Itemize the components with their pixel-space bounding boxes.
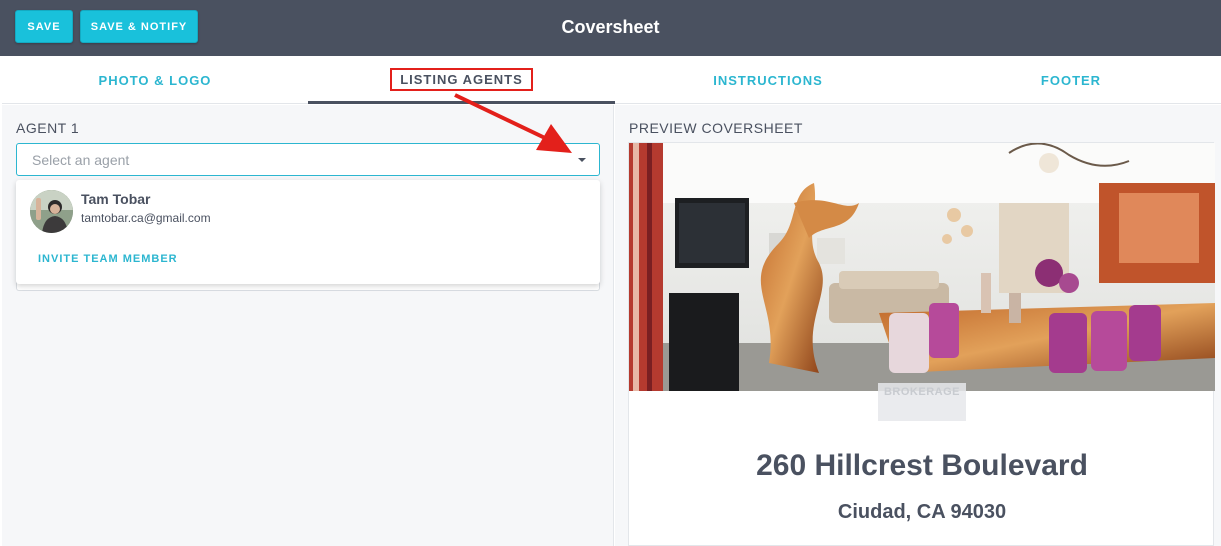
agent-dropdown-menu: Tam Tobar tamtobar.ca@gmail.com INVITE T… (16, 180, 600, 284)
tab-instructions[interactable]: INSTRUCTIONS (615, 57, 921, 104)
avatar (30, 190, 73, 233)
brokerage-logo-placeholder: BROKERAGE (878, 383, 966, 421)
preview-panel: PREVIEW COVERSHEET BROKERAGE 260 Hillcre… (615, 105, 1221, 546)
agent-panel: AGENT 1 Select an agent Tam Tobar tamtob… (2, 105, 614, 546)
tab-listing-agents-label: LISTING AGENTS (390, 67, 533, 91)
property-city-line: Ciudad, CA 94030 (837, 501, 1007, 523)
chevron-down-icon[interactable] (578, 158, 586, 162)
agent-option[interactable]: Tam Tobar tamtobar.ca@gmail.com (16, 180, 600, 242)
agent-select[interactable]: Select an agent (16, 143, 600, 176)
agent-1-label: AGENT 1 (16, 120, 80, 136)
tab-listing-agents[interactable]: LISTING AGENTS (308, 57, 615, 104)
tab-photo-logo[interactable]: PHOTO & LOGO (2, 57, 308, 104)
preview-coversheet-label: PREVIEW COVERSHEET (629, 120, 803, 136)
coversheet-preview-card: BROKERAGE 260 Hillcrest Boulevard Ciudad… (628, 142, 1215, 546)
property-address: 260 Hillcrest Boulevard (756, 449, 1088, 482)
agent-option-email: tamtobar.ca@gmail.com (81, 211, 211, 225)
property-photo (629, 143, 1215, 391)
top-toolbar: SAVE SAVE & NOTIFY Coversheet (0, 0, 1221, 56)
save-and-notify-button[interactable]: SAVE & NOTIFY (80, 10, 198, 43)
agent-select-placeholder: Select an agent (32, 152, 130, 168)
tab-footer[interactable]: FOOTER (921, 57, 1221, 104)
agent-option-name: Tam Tobar (81, 191, 151, 207)
save-button[interactable]: SAVE (15, 10, 73, 43)
invite-team-member-link[interactable]: INVITE TEAM MEMBER (38, 253, 178, 265)
tab-bar: PHOTO & LOGO LISTING AGENTS INSTRUCTIONS… (2, 57, 1221, 104)
